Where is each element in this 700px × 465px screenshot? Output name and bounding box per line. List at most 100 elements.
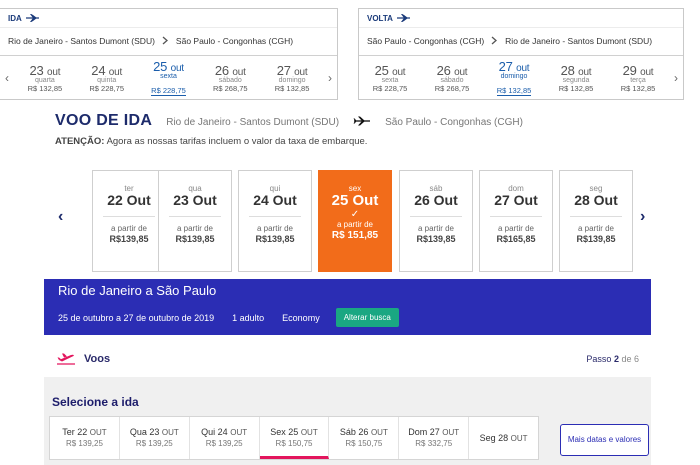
outbound-day-selected[interactable]: Sex 25 OUT R$ 150,75	[259, 417, 330, 459]
alterar-busca-button[interactable]: Alterar busca	[335, 308, 399, 327]
day-price: R$ 132,85	[620, 84, 656, 93]
day-weekday: sexta	[160, 72, 177, 80]
card-divider	[490, 216, 542, 217]
card-date: 24 Out	[253, 192, 297, 208]
airplane-icon	[25, 14, 39, 22]
day-month: OUT	[89, 428, 107, 437]
day-weekday: domingo	[278, 77, 306, 84]
ida-date-strip: ‹ 23 out quarta R$ 132,85 24 out quinta …	[0, 56, 337, 100]
chevron-left-icon[interactable]: ‹	[58, 208, 63, 226]
day-weekday: quarta	[34, 77, 55, 84]
day-label: Ter 22	[62, 427, 88, 437]
card-date: 27 Out	[494, 192, 538, 208]
card-from-label: a partir de	[417, 224, 455, 233]
search-passengers: 1 adulto	[232, 312, 265, 323]
volta-day[interactable]: 26 out sábado R$ 268,75	[421, 63, 483, 93]
attention-notice: ATENÇÃO: Agora as nossas tarifas incluem…	[55, 136, 665, 147]
flights-header: Voos Passo 2 de 6	[44, 344, 651, 374]
day-label: Dom 27	[408, 427, 440, 437]
search-route-title: Rio de Janeiro a São Paulo	[58, 283, 217, 298]
step-current: 2	[613, 354, 619, 364]
date-card-selected[interactable]: sex 25 Out ✓ a partir de R$ 151,85	[318, 170, 392, 272]
day-price: R$ 132,85	[274, 84, 310, 93]
ida-day[interactable]: 26 out sábado R$ 268,75	[199, 63, 261, 93]
card-price: R$139,85	[255, 234, 295, 244]
chevron-right-icon[interactable]: ›	[640, 208, 645, 226]
more-dates-button[interactable]: Mais datas e valores	[560, 424, 649, 456]
card-from-label: a partir de	[256, 224, 294, 233]
day-number: 25	[153, 58, 168, 74]
chevron-right-icon[interactable]: ›	[323, 71, 337, 85]
volta-day[interactable]: 28 out segunda R$ 132,85	[545, 63, 607, 93]
chevron-right-icon	[491, 36, 498, 45]
ida-day-selected[interactable]: 25 out sexta R$ 228,75	[138, 59, 200, 98]
date-card[interactable]: qua 23 Out a partir de R$139,85	[158, 170, 232, 272]
date-card[interactable]: qui 24 Out a partir de R$139,85	[238, 170, 312, 272]
ida-day[interactable]: 23 out quarta R$ 132,85	[14, 63, 76, 93]
ida-day[interactable]: 27 out domingo R$ 132,85	[261, 63, 323, 93]
ida-route: Rio de Janeiro - Santos Dumont (SDU) São…	[0, 28, 337, 56]
select-outbound-section: Selecione a ida Ter 22 OUT R$ 139,25 Qua…	[44, 377, 651, 465]
date-card[interactable]: seg 28 Out a partir de R$139,85	[559, 170, 633, 272]
day-weekday: sexta	[381, 77, 399, 84]
volta-day[interactable]: 29 out terça R$ 132,85	[607, 63, 669, 93]
step-total: de 6	[621, 354, 639, 364]
volta-day-selected[interactable]: 27 out domingo R$ 132,85	[483, 59, 545, 98]
day-month: OUT	[300, 428, 318, 437]
chevron-right-icon	[162, 36, 168, 45]
volta-destination: Rio de Janeiro - Santos Dumont (SDU)	[505, 36, 653, 46]
ida-widget: IDA Rio de Janeiro - Santos Dumont (SDU)…	[0, 8, 338, 100]
card-from-label: a partir de	[577, 224, 615, 233]
card-price: R$139,85	[416, 234, 456, 244]
outbound-day[interactable]: Ter 22 OUT R$ 139,25	[50, 417, 120, 459]
card-price: R$139,85	[175, 234, 215, 244]
day-weekday: sábado	[440, 77, 464, 84]
date-card[interactable]: dom 27 Out a partir de R$165,85	[479, 170, 553, 272]
day-weekday: quinta	[97, 77, 117, 84]
card-divider	[410, 216, 462, 217]
card-price: R$139,85	[109, 234, 149, 244]
outbound-day[interactable]: Dom 27 OUT R$ 332,75	[399, 417, 470, 459]
day-price: R$ 228,75	[372, 84, 408, 93]
card-divider	[249, 216, 301, 217]
volta-origin: São Paulo - Congonhas (CGH)	[367, 36, 485, 46]
voo-title-row: VOO DE IDA Rio de Janeiro - Santos Dumon…	[55, 112, 665, 130]
volta-route: São Paulo - Congonhas (CGH) Rio de Janei…	[359, 28, 683, 56]
outbound-day[interactable]: Sáb 26 OUT R$ 150,75	[329, 417, 400, 459]
date-card[interactable]: sáb 26 Out a partir de R$139,85	[399, 170, 473, 272]
outbound-day[interactable]: Seg 28 OUT	[469, 417, 538, 459]
ida-destination: São Paulo - Congonhas (CGH)	[175, 36, 294, 46]
search-dates: 25 de outubro a 27 de outubro de 2019	[58, 312, 215, 323]
card-date: 22 Out	[107, 192, 151, 208]
day-price: R$ 268,75	[212, 84, 248, 93]
step-indicator: Passo 2 de 6	[586, 354, 639, 364]
search-details: 25 de outubro a 27 de outubro de 2019 1 …	[58, 308, 637, 327]
check-icon: ✓	[350, 209, 360, 220]
day-number: 29	[622, 63, 637, 78]
outbound-day[interactable]: Qua 23 OUT R$ 139,25	[120, 417, 190, 459]
day-month: OUT	[230, 428, 248, 437]
day-month: out	[170, 62, 185, 74]
outbound-day[interactable]: Qui 24 OUT R$ 139,25	[190, 417, 260, 459]
date-card[interactable]: ter 22 Out a partir de R$139,85	[92, 170, 166, 272]
route-origin: Rio de Janeiro - Santos Dumont (SDU)	[166, 117, 340, 128]
day-price: R$ 132,85	[27, 84, 63, 93]
chevron-right-icon[interactable]: ›	[669, 71, 683, 85]
voo-de-ida-section: VOO DE IDA Rio de Janeiro - Santos Dumon…	[55, 112, 665, 272]
route-destination: São Paulo - Congonhas (CGH)	[385, 117, 523, 128]
day-number: 23	[29, 63, 44, 78]
day-label: Qui 24	[201, 427, 228, 437]
day-number: 24	[91, 63, 106, 78]
attention-text: Agora as nossas tarifas incluem o valor …	[106, 136, 368, 147]
day-weekday: segunda	[562, 77, 590, 84]
card-price: R$139,85	[576, 234, 616, 244]
day-label: Sáb 26	[339, 427, 369, 437]
ida-label: IDA	[8, 13, 22, 23]
card-date: 28 Out	[574, 192, 618, 208]
ida-header: IDA	[0, 9, 337, 28]
chevron-left-icon[interactable]: ‹	[0, 71, 14, 85]
volta-day[interactable]: 25 out sexta R$ 228,75	[359, 63, 421, 93]
ida-day[interactable]: 24 out quinta R$ 228,75	[76, 63, 138, 93]
day-price: R$ 139,25	[135, 439, 173, 448]
day-month: out	[516, 62, 530, 74]
